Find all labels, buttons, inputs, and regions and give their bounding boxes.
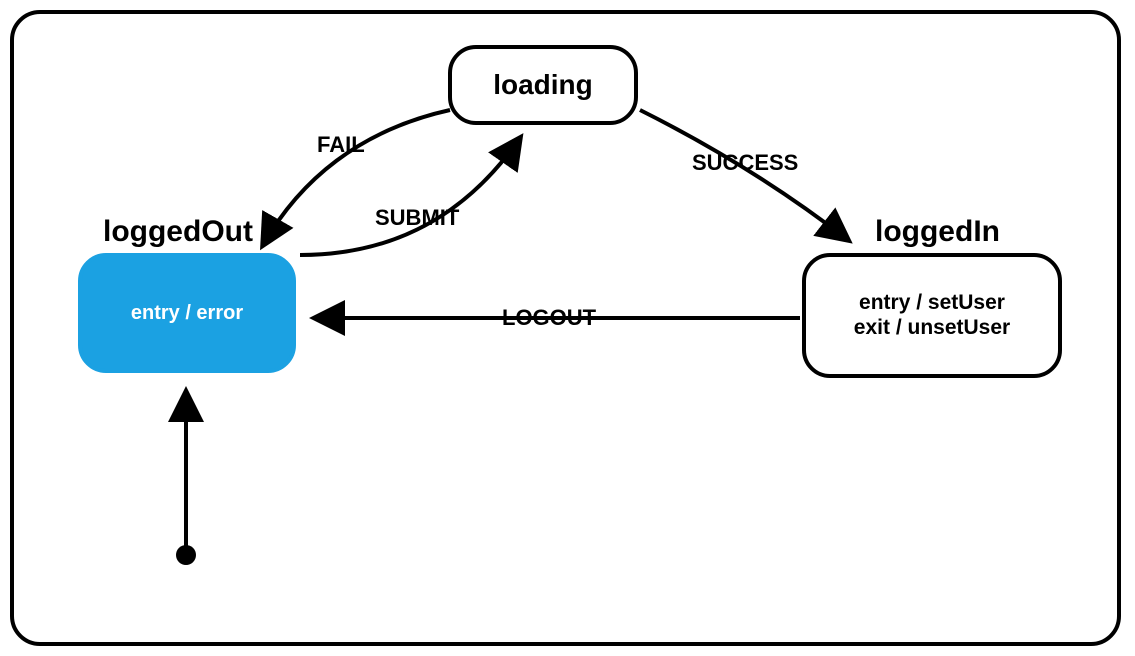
transition-label-success: SUCCESS [688, 150, 802, 176]
state-node-loggedin: entry / setUser exit / unsetUser [802, 253, 1062, 378]
transition-label-submit: SUBMIT [371, 205, 463, 231]
state-title-loggedin: loggedIn [875, 215, 1000, 249]
transition-label-logout: LOGOUT [498, 305, 600, 331]
state-title-loggedout: loggedOut [103, 215, 253, 249]
state-loggedout-body: entry / error [131, 302, 243, 325]
transition-label-fail: FAIL [313, 132, 369, 158]
state-loading-label: loading [493, 69, 593, 101]
state-loggedin-body-line1: entry / setUser [854, 291, 1010, 315]
state-node-loading: loading [448, 45, 638, 125]
state-node-loggedout: entry / error [78, 253, 296, 373]
state-loggedin-body: entry / setUser exit / unsetUser [854, 291, 1010, 339]
state-diagram: loading loggedOut entry / error loggedIn… [0, 0, 1135, 656]
state-loggedin-body-line2: exit / unsetUser [854, 316, 1010, 340]
